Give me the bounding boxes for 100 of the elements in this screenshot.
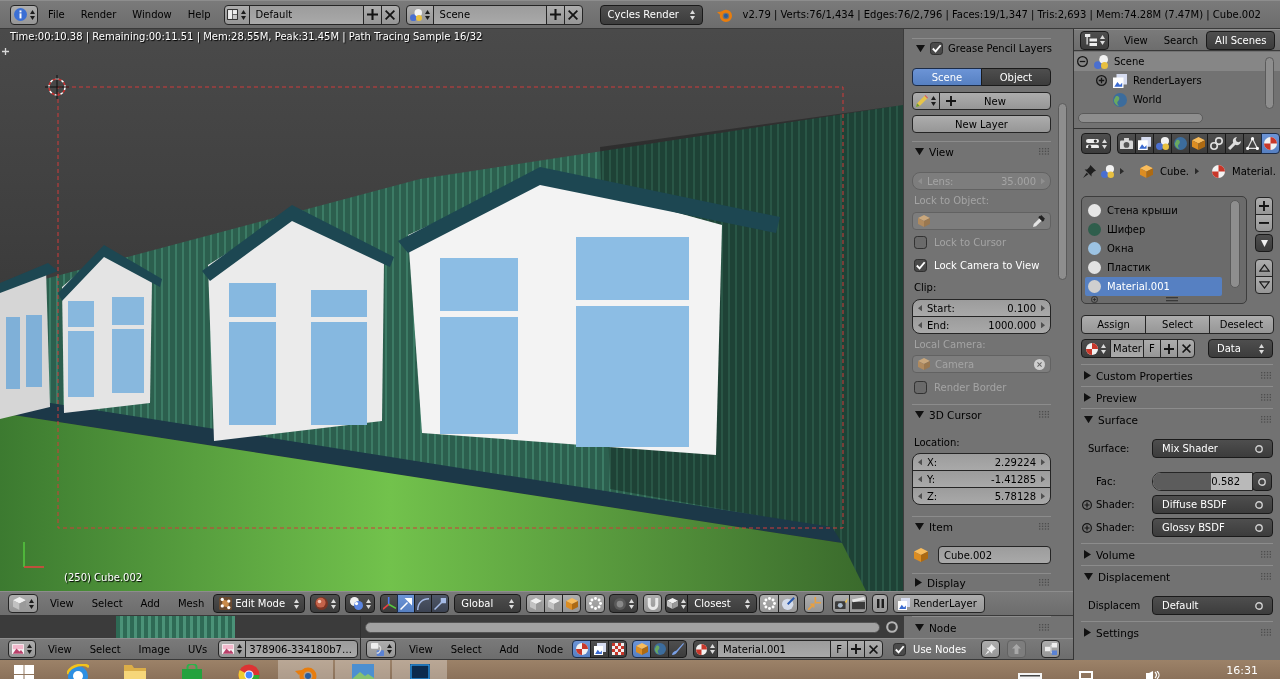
menu-item[interactable]: Render (72, 4, 125, 25)
mode-dropdown[interactable]: Edit Mode (213, 594, 306, 613)
remove-slot-button[interactable] (1255, 214, 1273, 232)
resize-grip-icon[interactable] (1166, 297, 1178, 302)
scrollbar[interactable] (1058, 103, 1067, 280)
material-slot[interactable]: Material.001 (1085, 277, 1222, 296)
menu-item[interactable]: Select (441, 639, 491, 659)
render-engine-dropdown[interactable]: Cycles Render (599, 4, 703, 25)
tree-item[interactable]: RenderLayers (1093, 71, 1280, 90)
snap-button[interactable] (643, 594, 663, 613)
scrollbar[interactable] (1230, 200, 1240, 288)
slot-action-button[interactable]: Deselect (1209, 315, 1274, 334)
properties-tab[interactable] (1243, 133, 1262, 154)
scene-browse-button[interactable] (405, 4, 434, 25)
filter-dropdown[interactable]: All Scenes (1206, 30, 1276, 50)
clock[interactable]: 16:31 (1226, 665, 1258, 677)
manipulator-toggle[interactable] (380, 594, 399, 613)
snap-target-dropdown[interactable]: Closest (687, 594, 758, 613)
panel-header[interactable]: Settings (1081, 621, 1273, 643)
number-field[interactable]: X: 2.29224 (912, 453, 1051, 471)
menu-item[interactable]: Select (80, 639, 130, 659)
limit-selection-button[interactable] (585, 594, 606, 613)
transform-tool-button[interactable] (431, 594, 450, 613)
menu-item[interactable]: Add (131, 593, 169, 614)
snap-option-button[interactable] (778, 594, 799, 613)
menu-item[interactable]: Search (1155, 30, 1207, 50)
tree-item[interactable]: World (1093, 90, 1280, 109)
snap-option-button[interactable] (804, 594, 825, 613)
material-browse-button[interactable] (1081, 339, 1111, 358)
plus-icon[interactable] (2, 48, 9, 55)
dropdown[interactable]: Mix Shader (1152, 439, 1273, 458)
tree-type-button[interactable] (608, 640, 628, 658)
material-name-field[interactable]: Material.001 (717, 640, 832, 658)
close-button[interactable] (380, 4, 400, 25)
properties-tab[interactable] (1261, 133, 1280, 154)
layout-browse-button[interactable] (223, 4, 250, 25)
scrollbar[interactable] (1265, 57, 1274, 109)
scrollbar[interactable] (1078, 113, 1203, 123)
menu-item[interactable]: Add (490, 639, 528, 659)
speaker-icon[interactable] (1146, 671, 1161, 679)
panel-header[interactable]: Displacement (1081, 565, 1273, 587)
shader-type-button[interactable] (668, 640, 688, 658)
shader-dropdown[interactable]: Glossy BSDF (1152, 518, 1273, 537)
material-slot[interactable]: Стена крыши (1085, 201, 1222, 220)
specials-button[interactable] (1255, 234, 1273, 252)
material-slot[interactable]: Пластик (1085, 258, 1222, 277)
taskbar-app-button[interactable] (278, 660, 333, 679)
add-button[interactable] (545, 4, 565, 25)
move-down-button[interactable] (1255, 276, 1273, 294)
panel-header[interactable]: Preview (1081, 386, 1273, 408)
panel-header[interactable]: View (912, 141, 1051, 161)
material-slot[interactable]: Шифер (1085, 220, 1222, 239)
panel-header[interactable]: Item (912, 516, 1051, 536)
minus-circle-icon[interactable] (1077, 56, 1088, 67)
proportional-edit-dropdown[interactable] (609, 594, 639, 613)
select-mode-button[interactable] (544, 594, 564, 613)
toggle-button[interactable] (872, 594, 889, 613)
3d-cursor-icon[interactable] (44, 74, 70, 100)
move-up-button[interactable] (1255, 259, 1273, 277)
menu-item[interactable]: View (400, 639, 442, 659)
checkbox[interactable] (914, 258, 927, 272)
pivot-dropdown[interactable] (345, 594, 376, 613)
node-tree-button[interactable] (1041, 640, 1061, 658)
render-button[interactable] (849, 594, 868, 613)
keyboard-icon[interactable] (1018, 673, 1043, 679)
node-editor-canvas[interactable] (361, 616, 903, 638)
menu-item[interactable]: Help (179, 4, 219, 25)
number-field[interactable]: Z: 5.78128 (912, 487, 1051, 505)
checkbox[interactable] (893, 642, 907, 656)
menu-item[interactable]: File (40, 4, 73, 25)
add-button[interactable] (847, 640, 866, 658)
dropdown[interactable]: Default (1152, 596, 1273, 615)
menu-item[interactable]: Select (82, 593, 132, 614)
scene-name-field[interactable]: Scene (432, 4, 547, 25)
menu-item[interactable]: Mesh (168, 593, 214, 614)
layout-name-field[interactable]: Default (248, 4, 364, 25)
editor-type-button[interactable] (366, 640, 396, 658)
link-dropdown[interactable]: Data (1208, 339, 1273, 358)
menu-item[interactable]: Image (129, 639, 179, 659)
pin-button[interactable] (981, 640, 1001, 658)
tab[interactable]: Scene (912, 68, 982, 86)
material-name-field[interactable]: Mater (1110, 339, 1144, 358)
panel-header[interactable]: Volume (1081, 543, 1273, 565)
scrollbar[interactable] (365, 622, 880, 633)
menu-item[interactable]: View (1116, 30, 1156, 50)
close-button[interactable] (563, 4, 583, 25)
tree-type-button[interactable] (590, 640, 610, 658)
taskbar-app-button[interactable] (392, 660, 447, 679)
editor-type-button[interactable] (1080, 30, 1109, 50)
image-browse-button[interactable] (218, 640, 247, 658)
menu-item[interactable]: Window (124, 4, 180, 25)
image-name-field[interactable]: 378906-334180b7… (245, 640, 359, 658)
plus-circle-icon[interactable] (1096, 75, 1107, 86)
menu-item[interactable]: View (39, 639, 81, 659)
slot-action-button[interactable]: Select (1145, 315, 1210, 334)
fake-user-button[interactable]: F (830, 640, 849, 658)
shading-dropdown[interactable] (310, 594, 341, 613)
tree-item[interactable]: Scene (1074, 52, 1280, 71)
add-button[interactable] (1160, 339, 1178, 358)
plus-circle-icon[interactable] (1082, 499, 1092, 510)
